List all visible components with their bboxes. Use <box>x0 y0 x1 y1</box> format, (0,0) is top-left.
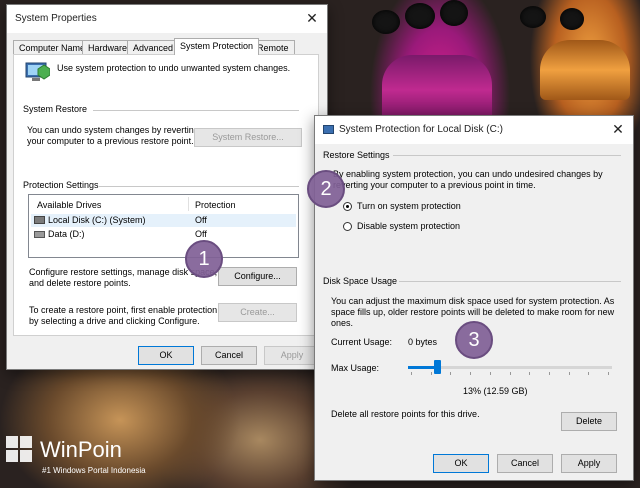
drive-protection: Off <box>195 215 207 225</box>
slider-tick <box>411 372 412 375</box>
divider <box>393 155 621 156</box>
slider-tick <box>490 372 491 375</box>
title-bar: System Protection for Local Disk (C:) ✕ <box>315 116 633 144</box>
divider <box>399 281 621 282</box>
title-bar: System Properties ✕ <box>7 5 327 33</box>
system-restore-button[interactable]: System Restore... <box>194 128 302 147</box>
column-header-protection[interactable]: Protection <box>195 200 236 211</box>
slider-ticks <box>408 372 612 376</box>
system-restore-desc-1: You can undo system changes by reverting <box>27 125 199 135</box>
dialog-icon <box>323 125 334 134</box>
max-usage-label: Max Usage: <box>331 363 380 373</box>
slider-tick <box>431 372 432 375</box>
slider-tick <box>470 372 471 375</box>
drives-list[interactable]: Available Drives Protection Local Disk (… <box>28 194 299 258</box>
disable-label[interactable]: Disable system protection <box>357 221 460 232</box>
configure-button[interactable]: Configure... <box>218 267 297 286</box>
system-drive-icon <box>34 216 45 224</box>
callout-3: 3 <box>455 321 493 359</box>
restore-settings-desc-1: By enabling system protection, you can u… <box>333 169 603 179</box>
column-header-drives[interactable]: Available Drives <box>37 200 101 211</box>
slider-fill <box>408 366 437 369</box>
system-properties-window: System Properties ✕ Computer Name Hardwa… <box>6 4 328 370</box>
restore-settings-desc-2: reverting your computer to a previous po… <box>333 180 536 190</box>
table-row[interactable]: Local Disk (C:) (System) Off <box>31 214 296 227</box>
tab-advanced[interactable]: Advanced <box>127 40 180 54</box>
turn-on-radio[interactable] <box>343 202 352 211</box>
drive-icon <box>34 231 45 238</box>
ok-button[interactable]: OK <box>433 454 489 473</box>
drive-name: Local Disk (C:) (System) <box>48 215 146 225</box>
disk-space-desc-2: space fills up, older restore points wil… <box>331 307 615 317</box>
drive-name: Data (D:) <box>48 229 85 239</box>
disable-radio[interactable] <box>343 222 352 231</box>
slider-tick <box>569 372 570 375</box>
current-usage-label: Current Usage: <box>331 337 393 347</box>
disk-space-desc-3: ones. <box>331 318 354 328</box>
callout-1: 1 <box>185 240 223 278</box>
disk-space-heading: Disk Space Usage <box>323 276 398 286</box>
max-usage-value: 13% (12.59 GB) <box>463 386 528 396</box>
slider-tick <box>588 372 589 375</box>
close-icon[interactable]: ✕ <box>303 9 321 27</box>
dialog-title: System Protection for Local Disk (C:) <box>339 124 503 135</box>
brand-tagline: #1 Windows Portal Indonesia <box>42 466 146 475</box>
brand-logo <box>6 436 32 462</box>
cancel-button[interactable]: Cancel <box>497 454 553 473</box>
max-usage-slider[interactable] <box>408 360 612 376</box>
brand-name: WinPoin <box>40 437 122 462</box>
create-desc-1: To create a restore point, first enable … <box>29 305 218 315</box>
protection-settings-heading: Protection Settings <box>23 180 99 190</box>
slider-tick <box>529 372 530 375</box>
slider-tick <box>549 372 550 375</box>
window-title: System Properties <box>15 13 97 24</box>
ok-button[interactable]: OK <box>138 346 194 365</box>
slider-tick <box>450 372 451 375</box>
cancel-button[interactable]: Cancel <box>201 346 257 365</box>
system-protection-icon <box>24 59 51 85</box>
table-row[interactable]: Data (D:) Off <box>31 228 296 241</box>
delete-desc: Delete all restore points for this drive… <box>331 409 480 419</box>
intro-text: Use system protection to undo unwanted s… <box>57 63 291 73</box>
close-icon[interactable]: ✕ <box>609 120 627 138</box>
slider-tick <box>608 372 609 375</box>
tab-hardware[interactable]: Hardware <box>82 40 134 54</box>
tab-system-protection[interactable]: System Protection <box>174 38 260 55</box>
tab-computer-name[interactable]: Computer Name <box>13 40 92 54</box>
delete-button[interactable]: Delete <box>561 412 617 431</box>
create-desc-2: by selecting a drive and clicking Config… <box>29 316 200 326</box>
divider <box>93 110 299 111</box>
create-button[interactable]: Create... <box>218 303 297 322</box>
callout-2: 2 <box>307 170 345 208</box>
system-restore-heading: System Restore <box>23 104 88 114</box>
system-restore-desc-2: your computer to a previous restore poin… <box>27 136 194 146</box>
restore-settings-heading: Restore Settings <box>323 150 390 160</box>
slider-tick <box>510 372 511 375</box>
drive-protection: Off <box>195 229 207 239</box>
configure-desc-2: and delete restore points. <box>29 278 131 288</box>
apply-button[interactable]: Apply <box>561 454 617 473</box>
system-protection-dialog: System Protection for Local Disk (C:) ✕ … <box>314 115 634 481</box>
current-usage-value: 0 bytes <box>408 337 438 347</box>
divider <box>99 186 299 187</box>
column-divider <box>188 197 189 211</box>
apply-button[interactable]: Apply <box>264 346 320 365</box>
disk-space-desc-1: You can adjust the maximum disk space us… <box>331 296 615 306</box>
turn-on-label[interactable]: Turn on system protection <box>357 201 461 212</box>
